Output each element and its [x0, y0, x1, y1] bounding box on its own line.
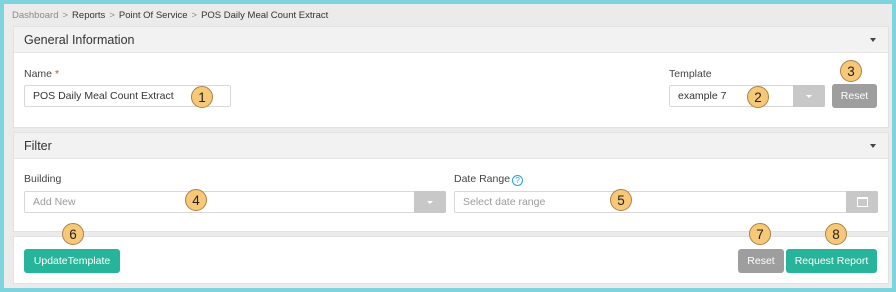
- page-frame: Dashboard > Reports > Point Of Service > POS D…: [4, 4, 892, 288]
- building-dropdown-button[interactable]: [414, 191, 446, 213]
- panel-title: Filter: [24, 138, 52, 153]
- callout-marker-8: 8: [825, 223, 847, 245]
- breadcrumb-separator: >: [191, 10, 198, 21]
- breadcrumb-separator: >: [62, 10, 69, 21]
- calendar-button[interactable]: [846, 191, 878, 213]
- building-label: Building: [24, 173, 62, 185]
- callout-marker-5: 5: [610, 189, 632, 211]
- collapse-caret-icon[interactable]: [870, 37, 876, 42]
- breadcrumb: Dashboard > Reports > Point Of Service > POS D…: [12, 10, 328, 21]
- update-template-button[interactable]: UpdateTemplate: [24, 249, 120, 273]
- date-range-label: Date Range?: [454, 173, 524, 186]
- callout-marker-7: 7: [749, 223, 771, 245]
- breadcrumb-point-of-service[interactable]: Point Of Service: [119, 10, 188, 21]
- breadcrumb-dashboard[interactable]: Dashboard: [12, 10, 58, 21]
- date-range-input[interactable]: Select date range: [454, 191, 878, 213]
- general-information-panel: General Information Name * POS Daily Mea…: [13, 26, 889, 128]
- breadcrumb-separator: >: [109, 10, 115, 21]
- breadcrumb-reports[interactable]: Reports: [72, 10, 105, 21]
- building-input[interactable]: Add New: [24, 191, 446, 213]
- callout-marker-3: 3: [840, 60, 862, 82]
- callout-marker-1: 1: [191, 86, 213, 108]
- callout-marker-6: 6: [62, 223, 84, 245]
- breadcrumb-current: POS Daily Meal Count Extract: [201, 10, 329, 21]
- reset-button[interactable]: Reset: [738, 249, 784, 273]
- name-label: Name *: [24, 68, 60, 80]
- callout-marker-2: 2: [747, 86, 769, 108]
- template-label: Template: [669, 68, 712, 80]
- template-dropdown-button[interactable]: [793, 85, 825, 107]
- template-reset-button[interactable]: Reset: [832, 84, 877, 108]
- filter-panel: Filter Building Add New Date Range? Sele…: [13, 132, 889, 232]
- chevron-down-icon: [806, 94, 812, 98]
- general-information-header[interactable]: General Information: [14, 27, 888, 53]
- callout-marker-4: 4: [185, 189, 207, 211]
- request-report-button[interactable]: Request Report: [786, 249, 877, 273]
- panel-title: General Information: [24, 32, 135, 47]
- calendar-icon: [856, 197, 868, 207]
- chevron-down-icon: [427, 200, 433, 204]
- collapse-caret-icon[interactable]: [870, 143, 876, 148]
- filter-header[interactable]: Filter: [14, 133, 888, 159]
- help-icon[interactable]: ?: [512, 175, 524, 186]
